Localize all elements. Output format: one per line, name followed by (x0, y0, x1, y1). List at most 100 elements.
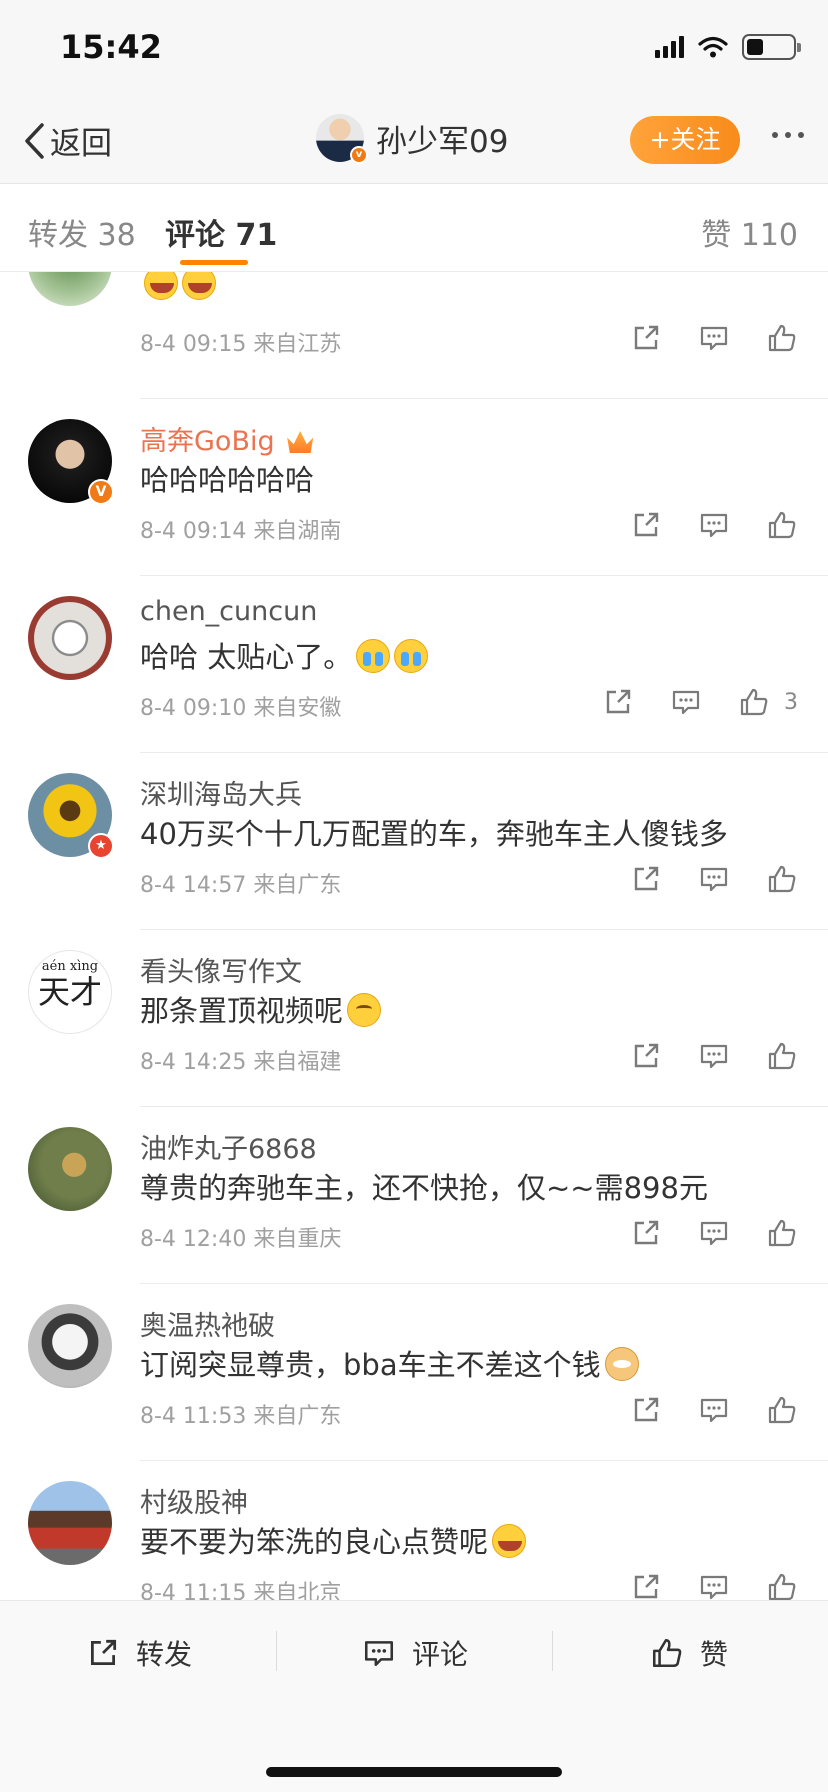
repost-icon[interactable] (630, 322, 662, 354)
tab-comments[interactable]: 评论 71 (165, 210, 277, 254)
repost-button[interactable]: 转发 (86, 1631, 192, 1675)
thumbs-up-icon (768, 324, 796, 352)
tab-reposts[interactable]: 转发 38 (28, 210, 136, 254)
comment-actions (630, 1040, 798, 1072)
doge-emoji-icon (604, 1347, 639, 1381)
avatar[interactable]: V (28, 419, 114, 505)
thumbs-up-icon (768, 1042, 796, 1070)
like-button[interactable] (766, 509, 798, 541)
comment-icon[interactable] (698, 509, 730, 541)
comment-meta: 8-4 09:14 来自湖南 (140, 519, 342, 544)
avatar[interactable] (28, 272, 112, 306)
comment-icon[interactable] (698, 1571, 730, 1600)
chevron-left-icon (25, 122, 44, 159)
divider (140, 398, 828, 399)
crying-emoji-icon (394, 639, 429, 673)
comment-author[interactable]: 深圳海岛大兵 (140, 773, 302, 812)
comment-meta: 8-4 09:10 来自安徽 (140, 696, 342, 721)
repost-icon[interactable] (602, 686, 634, 718)
like-button[interactable] (766, 1217, 798, 1249)
sad-emoji-icon (347, 993, 382, 1027)
nav-user[interactable]: v 孙少军09 (316, 114, 508, 164)
repost-icon (90, 1639, 117, 1666)
avatar-pinyin: aén xìng (41, 959, 99, 974)
like-post-button[interactable]: 赞 (650, 1631, 728, 1675)
comment-text: 40万买个十几万配置的车，奔驰车主人傻钱多 (140, 817, 728, 851)
avatar[interactable]: aén xìng 天才 (28, 950, 112, 1034)
comment-text: 哈哈哈哈哈哈 (140, 463, 315, 497)
avatar[interactable] (28, 1481, 112, 1565)
comment-meta: 8-4 11:53 来自广东 (140, 1404, 342, 1429)
repost-icon[interactable] (630, 863, 662, 895)
comment-author[interactable]: chen_cuncun (140, 596, 317, 627)
avatar[interactable]: ★ (28, 773, 114, 859)
comment-button[interactable]: 评论 (362, 1631, 468, 1675)
home-indicator[interactable] (266, 1767, 562, 1777)
like-button[interactable] (766, 1394, 798, 1426)
like-button[interactable] (766, 1571, 798, 1600)
comment-icon[interactable] (698, 1040, 730, 1072)
back-button[interactable]: 返回 (22, 118, 112, 163)
comment-meta: 8-4 09:15 来自江苏 (140, 332, 342, 357)
comment-meta: 8-4 14:25 来自福建 (140, 1050, 342, 1075)
comment-author[interactable]: 看头像写作文 (140, 950, 302, 989)
divider (140, 752, 828, 753)
avatar-chars: 天才 (37, 973, 102, 1011)
crown-vip-icon (287, 431, 314, 453)
thumbs-up-icon (768, 511, 796, 539)
star-badge-icon: ★ (88, 833, 114, 859)
comment-actions: 3 (602, 686, 798, 718)
like-button[interactable] (766, 1040, 798, 1072)
battery-icon (742, 34, 801, 60)
comment-text: 要不要为笨洗的良心点赞呢 (140, 1519, 527, 1561)
divider (140, 929, 828, 930)
like-label: 赞 (700, 1638, 729, 1671)
comment-icon (364, 1641, 394, 1666)
comment-author[interactable]: 奥温热衪破 (140, 1304, 275, 1343)
comment-meta: 8-4 14:57 来自广东 (140, 873, 342, 898)
comment-text: 订阅突显尊贵，bba车主不差这个钱 (140, 1342, 639, 1384)
repost-icon[interactable] (630, 1040, 662, 1072)
comment-author[interactable]: 村级股神 (140, 1481, 248, 1520)
avatar[interactable] (28, 1304, 112, 1388)
repost-icon[interactable] (630, 509, 662, 541)
like-button[interactable] (766, 863, 798, 895)
comment-list[interactable]: 8-4 09:15 来自江苏 V 高奔GoBig 哈哈哈哈哈哈 8-4 09:1… (0, 272, 828, 1600)
comment-actions (630, 1394, 798, 1426)
comment-label: 评论 (412, 1638, 469, 1671)
avatar[interactable]: v (316, 114, 368, 164)
avatar[interactable] (28, 596, 112, 680)
wifi-icon (698, 36, 728, 58)
like-button[interactable] (766, 322, 798, 354)
repost-icon[interactable] (630, 1571, 662, 1600)
follow-button[interactable]: +关注 (630, 116, 740, 164)
tab-active-indicator (180, 260, 248, 265)
comment-meta: 8-4 11:15 来自北京 (140, 1581, 342, 1600)
comment-meta: 8-4 12:40 来自重庆 (140, 1227, 342, 1252)
comment-text: 那条置顶视频呢 (140, 988, 382, 1030)
comment-icon[interactable] (698, 1217, 730, 1249)
repost-icon[interactable] (630, 1394, 662, 1426)
comment-author[interactable]: 油炸丸子6868 (140, 1127, 317, 1166)
comment-icon[interactable] (698, 322, 730, 354)
tab-likes[interactable]: 赞 110 (701, 210, 798, 254)
comment-icon[interactable] (670, 686, 702, 718)
comment-author[interactable]: 高奔GoBig (140, 419, 314, 458)
thumbs-up-icon (768, 1219, 796, 1247)
dot-icon (785, 132, 791, 138)
comment-icon[interactable] (698, 1394, 730, 1426)
like-button[interactable]: 3 (738, 686, 798, 718)
avatar[interactable] (28, 1127, 112, 1211)
divider (140, 575, 828, 576)
verified-badge-icon: V (88, 479, 114, 505)
comment-actions (630, 322, 798, 354)
repost-label: 转发 (136, 1638, 193, 1671)
comment-actions (630, 1217, 798, 1249)
repost-icon[interactable] (630, 1217, 662, 1249)
divider (552, 1631, 553, 1671)
more-options-button[interactable] (772, 132, 804, 138)
thumbs-up-icon (768, 1573, 796, 1600)
comment-text: 尊贵的奔驰车主，还不快抢，仅~~需898元 (140, 1171, 708, 1205)
comment-icon[interactable] (698, 863, 730, 895)
thumbs-up-icon (652, 1638, 682, 1668)
